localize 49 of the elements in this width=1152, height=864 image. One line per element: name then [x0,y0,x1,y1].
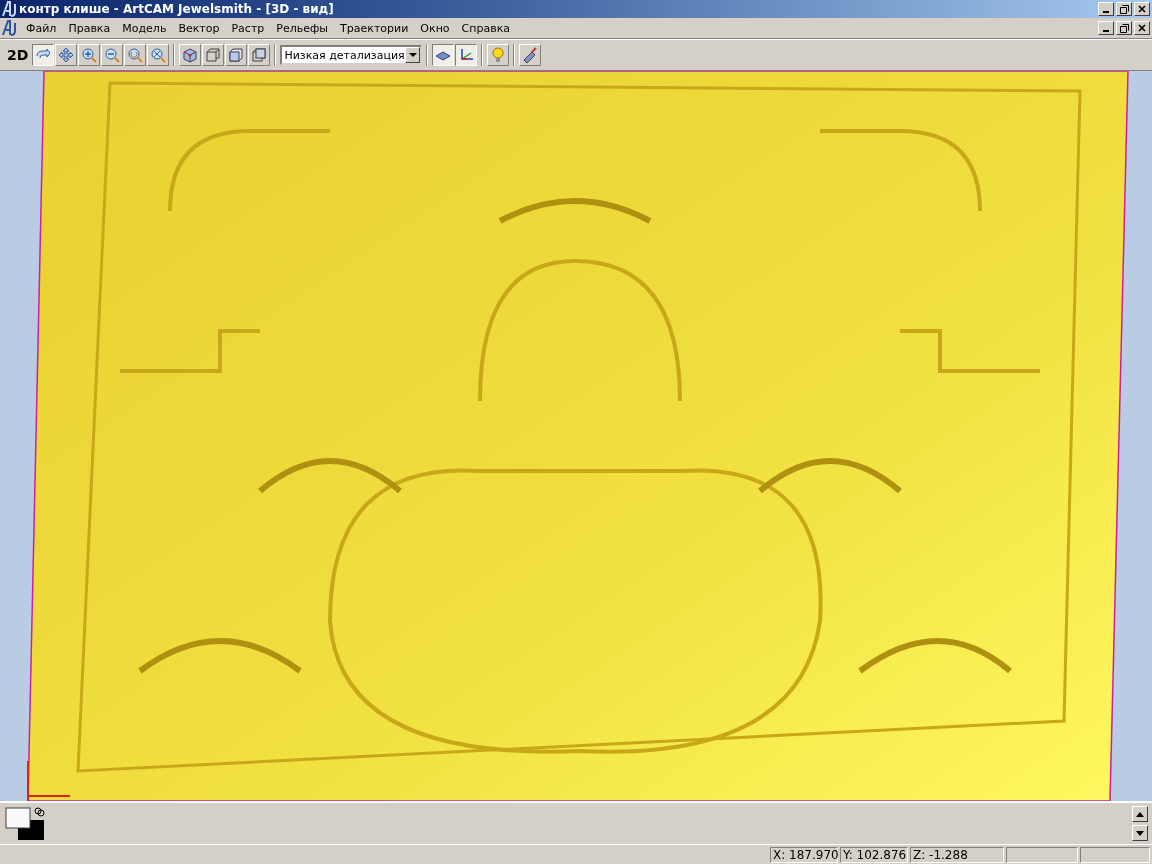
app-logo-icon [2,20,16,36]
close-icon [1138,5,1146,13]
scroll-down-button[interactable] [1132,825,1148,841]
restore-button[interactable] [1116,21,1132,35]
restore-icon [1119,23,1129,33]
status-panel [1080,846,1150,863]
color-swatch-icon[interactable] [4,806,46,842]
axes-icon [458,47,475,63]
view-2d-button[interactable]: 2D [4,47,32,63]
minimize-button[interactable] [1098,21,1114,35]
menu-item[interactable]: Справка [455,21,517,35]
wireframe-cube-icon [205,47,222,63]
minimize-button[interactable] [1098,2,1114,16]
status-panel: Z: -1.288 [910,846,1004,863]
zoom-fit-icon [150,47,167,63]
status-panel: X: 187.970 [770,846,838,863]
scroll-up-button[interactable] [1132,806,1148,822]
down-arrow-icon [1136,830,1144,836]
close-button[interactable] [1134,2,1150,16]
close-icon [1138,24,1146,32]
menu-item[interactable]: Модель [116,21,173,35]
menu-item[interactable]: Рельефы [270,21,335,35]
dropdown-arrow-icon [408,52,417,58]
close-button[interactable] [1134,21,1150,35]
cube-front-icon [228,47,245,63]
brush-icon [522,47,539,63]
menu-item[interactable]: Окно [414,21,456,35]
zoom-in-icon [81,47,98,63]
status-panel [1006,846,1078,863]
status-panel: Y: 102.876 [840,846,908,863]
menu-item[interactable]: Вектор [172,21,226,35]
up-arrow-icon [1136,811,1144,817]
app-logo-icon [2,1,16,17]
zoom-out-icon [104,47,121,63]
menu-item[interactable]: Файл [20,21,63,35]
toolbar-button[interactable] [455,44,478,66]
menu-item[interactable]: Растр [225,21,271,35]
cube-back-icon [251,47,268,63]
cube-icon [182,47,199,63]
toolbar-button[interactable] [432,44,455,66]
light-bulb-icon [490,47,507,63]
zoom-previous-icon [127,47,144,63]
restore-icon [1119,4,1129,14]
window-title: контр клише - ArtCAM Jewelsmith - [3D - вид] [19,2,335,16]
detail-dropdown[interactable]: Низкая детализация [280,45,423,65]
menu-item[interactable]: Правка [62,21,117,35]
menu-item[interactable]: Траектории [334,21,415,35]
restore-button[interactable] [1116,2,1132,16]
move-icon [58,47,75,63]
